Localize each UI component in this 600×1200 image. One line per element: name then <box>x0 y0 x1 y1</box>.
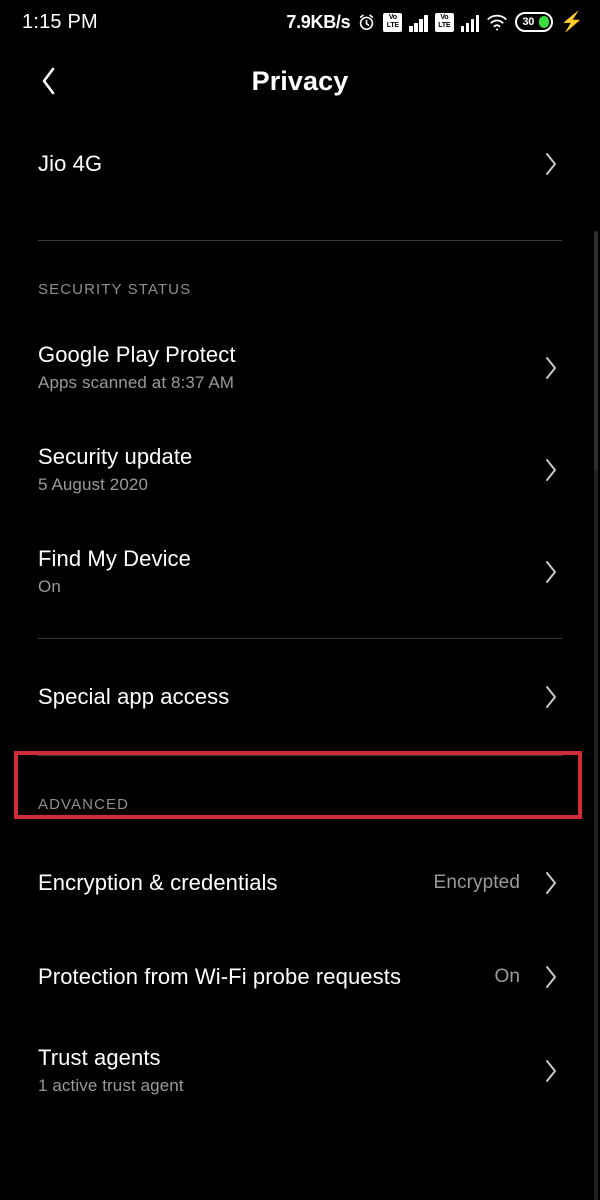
list-item-security-update[interactable]: Security update 5 August 2020 <box>0 434 600 506</box>
row-subtitle: 5 August 2020 <box>38 475 149 494</box>
app-bar: Privacy <box>0 44 600 118</box>
row-title: Jio 4G <box>38 151 103 176</box>
row-texts: Trust agents 1 active trust agent <box>38 1044 540 1098</box>
row-value: On <box>494 966 520 987</box>
settings-list: Jio 4G SECURITY STATUS Google Play Prote… <box>0 118 600 1107</box>
row-title: Google Play Protect <box>38 342 236 367</box>
signal-bars-sim1-icon <box>409 13 428 32</box>
page-title: Privacy <box>251 65 349 96</box>
row-subtitle: Apps scanned at 8:37 AM <box>38 373 235 392</box>
battery-level-label: 30 <box>522 16 535 28</box>
list-item-encryption-credentials[interactable]: Encryption & credentials Encrypted <box>0 847 600 919</box>
chevron-right-icon <box>540 559 562 585</box>
battery-indicator: 30 <box>515 12 554 32</box>
wifi-icon <box>486 13 508 32</box>
row-title: Encryption & credentials <box>38 870 278 895</box>
status-icons: 7.9KB/s Vo LTE Vo LTE 30 ⚡ <box>286 12 584 33</box>
row-title: Security update <box>38 444 193 469</box>
back-button[interactable] <box>26 58 72 104</box>
section-header-advanced: ADVANCED <box>38 796 130 813</box>
chevron-right-icon <box>540 355 562 381</box>
alarm-icon <box>357 13 376 32</box>
row-subtitle: 1 active trust agent <box>38 1076 184 1095</box>
chevron-right-icon <box>540 1058 562 1084</box>
chevron-right-icon <box>540 684 562 710</box>
row-title: Find My Device <box>38 546 191 571</box>
chevron-right-icon <box>540 151 562 177</box>
row-texts: Google Play Protect Apps scanned at 8:37… <box>38 341 540 395</box>
chevron-right-icon <box>540 457 562 483</box>
row-title: Trust agents <box>38 1045 161 1070</box>
row-title: Special app access <box>38 684 230 709</box>
volte-sim2-icon: Vo LTE <box>434 12 454 32</box>
row-texts: Security update 5 August 2020 <box>38 443 540 497</box>
back-chevron-icon <box>42 67 55 95</box>
row-texts: Protection from Wi-Fi probe requests <box>38 963 494 991</box>
row-value: Encrypted <box>433 872 520 893</box>
scrollbar-thumb[interactable] <box>594 231 598 471</box>
section-header-security-status: SECURITY STATUS <box>38 281 192 298</box>
list-item-wifi-probe-protection[interactable]: Protection from Wi-Fi probe requests On <box>0 941 600 1013</box>
network-speed-indicator: 7.9KB/s <box>286 11 351 32</box>
volte-sim1-icon: Vo LTE <box>383 12 403 32</box>
scrollbar[interactable] <box>594 231 598 1200</box>
list-item-google-play-protect[interactable]: Google Play Protect Apps scanned at 8:37… <box>0 332 600 404</box>
status-bar: 1:15 PM 7.9KB/s Vo LTE Vo LTE 30 ⚡ <box>0 0 600 44</box>
row-texts: Jio 4G <box>38 150 540 178</box>
status-clock: 1:15 PM <box>22 10 98 33</box>
list-item-carrier[interactable]: Jio 4G <box>0 128 600 200</box>
row-texts: Find My Device On <box>38 545 540 599</box>
row-texts: Special app access <box>38 683 540 711</box>
signal-bars-sim2-icon <box>460 13 480 32</box>
list-item-trust-agents[interactable]: Trust agents 1 active trust agent <box>0 1035 600 1107</box>
list-item-special-app-access[interactable]: Special app access <box>0 661 600 733</box>
lightning-bolt-icon: ⚡ <box>560 11 584 33</box>
chevron-right-icon <box>540 870 562 896</box>
row-title: Protection from Wi-Fi probe requests <box>38 964 402 989</box>
row-subtitle: On <box>38 577 61 596</box>
row-texts: Encryption & credentials <box>38 869 434 897</box>
list-item-find-my-device[interactable]: Find My Device On <box>0 536 600 608</box>
chevron-right-icon <box>540 964 562 990</box>
